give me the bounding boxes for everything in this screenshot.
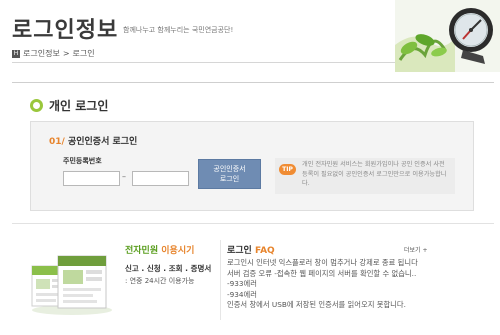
breadcrumb-item-login-info[interactable]: 로그인정보 — [23, 48, 60, 59]
faq-divider — [220, 240, 221, 320]
personal-login-section: 개인 로그인 01/ 공인인증서 로그인 주민등록번호 – 공인인증서 로그인 … — [12, 82, 494, 218]
home-icon[interactable]: H — [12, 49, 20, 58]
faq-item[interactable]: 로그인시 인터넷 익스플로러 창이 멈추거나 강제로 종료 됩니다 — [227, 258, 489, 269]
breadcrumb-separator: > — [62, 49, 70, 58]
bottom-divider — [12, 223, 494, 224]
header-decoration-image — [395, 0, 500, 72]
promo-hours: : 연중 24시간 이용가능 — [125, 277, 195, 285]
resident-number-first-input[interactable] — [63, 171, 120, 186]
faq-title-accent: FAQ — [251, 246, 275, 256]
certificate-login-button[interactable]: 공인인증서 로그인 — [198, 159, 261, 189]
tip-badge: TIP — [279, 164, 296, 175]
certificate-login-button-line1: 공인인증서 — [213, 165, 246, 173]
breadcrumb-item-login: 로그인 — [72, 49, 95, 58]
resident-number-dash: – — [122, 172, 126, 181]
page-subtitle: 함께나누고 함께누리는 국민연금공단! — [123, 26, 234, 34]
faq-item[interactable]: 서버 검증 오류 -접속한 웹 페이지의 서버를 확인할 수 없습니.. — [227, 269, 489, 280]
faq-item[interactable]: 인증서 창에서 USB에 저장된 인증서를 읽어오지 못합니다. — [227, 300, 489, 311]
faq-item[interactable]: -934에러 — [227, 290, 489, 301]
promo-services: 신고 . 신청 . 조회 . 증명서 — [125, 264, 212, 273]
certificate-login-panel: 01/ 공인인증서 로그인 주민등록번호 – 공인인증서 로그인 TIP 개인 … — [30, 121, 474, 211]
promo-title-accent: 이용시기 — [158, 246, 195, 256]
tip-text: 개인 전자민원 서비스는 회원가입이나 공인 인증서 사전 등록이 필요없이 공… — [302, 161, 447, 187]
circle-bullet-icon — [30, 99, 43, 112]
section-heading-text: 개인 로그인 — [49, 99, 109, 113]
faq-item[interactable]: -933에러 — [227, 279, 489, 290]
faq-title-main: 로그인 — [227, 246, 252, 256]
certificate-login-button-line2: 로그인 — [219, 175, 240, 183]
section-heading: 개인 로그인 — [30, 97, 108, 114]
resident-number-second-input[interactable] — [132, 171, 189, 186]
page-title: 로그인정보 — [12, 18, 119, 43]
title-divider — [12, 62, 397, 63]
e-civil-service-illustration — [28, 252, 116, 316]
breadcrumb: H 로그인정보 > 로그인 — [12, 48, 95, 59]
tip-box: TIP 개인 전자민원 서비스는 회원가입이나 공인 인증서 사전 등록이 필요… — [275, 158, 455, 194]
promo-title: 전자민원 이용시기 — [125, 243, 194, 256]
faq-title: 로그인 FAQ — [227, 243, 275, 256]
step-title: 01/ 공인인증서 로그인 — [49, 134, 137, 147]
faq-more-link[interactable]: 더보기 + — [404, 245, 428, 254]
promo-title-main: 전자민원 — [125, 246, 159, 256]
step-title-text: 공인인증서 로그인 — [67, 137, 138, 147]
page-header: 로그인정보 함께나누고 함께누리는 국민연금공단! H 로그인정보 > 로그인 — [0, 0, 500, 72]
resident-number-label: 주민등록번호 — [63, 157, 102, 165]
faq-list: 로그인시 인터넷 익스플로러 창이 멈추거나 강제로 종료 됩니다 서버 검증 … — [227, 258, 489, 311]
step-number: 01/ — [49, 137, 65, 147]
